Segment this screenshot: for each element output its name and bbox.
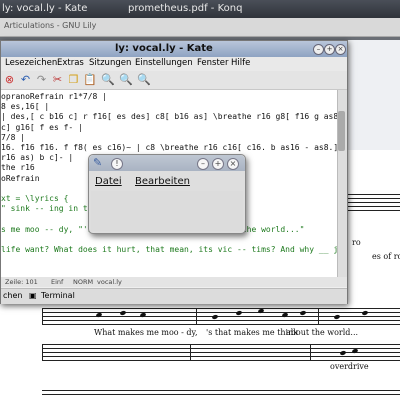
code-line: 16. f16 f16. f f8( es c16)~ | c8 \breath…	[1, 143, 337, 152]
dialog-maximize-button[interactable]: +	[212, 158, 224, 170]
undo-icon[interactable]: ↶	[19, 73, 32, 86]
code-line: " sink -- ing in th	[1, 204, 93, 214]
menu-sitzungen[interactable]: Sitzungen	[89, 58, 131, 68]
code-line: xt = \lyrics {	[1, 194, 69, 203]
lyric-line-2: 's that makes me think	[206, 328, 299, 337]
code-line: c] g16[ f es f- |	[1, 122, 83, 132]
dialog-minimize-button[interactable]: –	[197, 158, 209, 170]
code-line: r16 as) b c]- |	[1, 153, 74, 163]
taskbar: ly: vocal.ly - Kate prometheus.pdf - Kon…	[0, 0, 400, 18]
code-line: 7/8 |	[1, 132, 26, 142]
lyric-line-1: What makes me moo - dy,	[94, 328, 198, 337]
copy-icon[interactable]: ❐	[67, 73, 80, 86]
status-filename: vocal.ly	[97, 278, 122, 286]
statusbar: Zeile: 101 Einf NORM vocal.ly	[1, 277, 347, 287]
redo-icon[interactable]: ↷	[35, 73, 48, 86]
app-icon: ✎	[93, 156, 103, 169]
tab-search[interactable]: chen	[3, 291, 22, 300]
tool-view-bar: chen ▣ Terminal	[1, 288, 347, 304]
code-line: the r16	[1, 163, 35, 173]
floating-dialog: ✎ ! – + × Datei Bearbeiten	[88, 154, 246, 234]
score-annotation: overdrive	[330, 362, 369, 371]
dialog-titlebar[interactable]: ✎ ! – + ×	[89, 155, 245, 171]
dialog-menu-datei[interactable]: Datei	[95, 176, 122, 187]
code-line: | des,[ c b16 c] r f16[ es des] c8[ b16 …	[1, 112, 337, 122]
find-next-icon[interactable]: 🔍	[119, 73, 133, 86]
dialog-body	[91, 191, 243, 231]
code-line: 8 es,16[ |	[1, 102, 50, 112]
menu-extras[interactable]: Extras	[57, 58, 84, 68]
score-lyric-right: es of rock	[372, 252, 400, 261]
close-button[interactable]: ×	[335, 44, 346, 55]
menu-lesezeichen[interactable]: Lesezeichen	[5, 58, 57, 68]
cut-icon[interactable]: ✂	[51, 73, 64, 86]
kate-titlebar[interactable]: ly: vocal.ly - Kate – + ×	[1, 41, 347, 57]
menu-fenster[interactable]: Fenster	[197, 58, 229, 68]
taskbar-item-konqueror[interactable]: prometheus.pdf - Konq	[128, 3, 242, 14]
background-window-title: Articulations - GNU Lily	[4, 21, 97, 30]
find-icon[interactable]: 🔍	[101, 73, 115, 86]
close-document-icon[interactable]: ⊗	[3, 73, 16, 86]
status-mode: Einf	[51, 278, 64, 286]
dialog-menu-bearbeiten[interactable]: Bearbeiten	[135, 176, 190, 187]
terminal-icon: ▣	[29, 291, 37, 300]
code-line: opranoRefrain r1*7/8 |	[1, 92, 107, 101]
scrollbar-thumb[interactable]	[338, 111, 345, 151]
minimize-button[interactable]: –	[313, 44, 324, 55]
paste-icon[interactable]: 📋	[83, 73, 97, 86]
status-state: NORM	[73, 278, 94, 286]
code-line: life want? What does it hurt, that mean,…	[1, 245, 337, 254]
background-window-strip: Articulations - GNU Lily	[0, 18, 400, 37]
taskbar-item-kate[interactable]: ly: vocal.ly - Kate	[2, 3, 87, 14]
maximize-button[interactable]: +	[324, 44, 335, 55]
menubar: Lesezeichen Extras Sitzungen Einstellung…	[1, 57, 347, 71]
replace-icon[interactable]: 🔍	[137, 73, 151, 86]
toolbar: ⊗ ↶ ↷ ✂ ❐ 📋 🔍 🔍 🔍	[1, 71, 347, 90]
score-lyric-right-2: ro	[352, 238, 361, 247]
menu-hilfe[interactable]: Hilfe	[231, 58, 250, 68]
dialog-close-button[interactable]: ×	[227, 158, 239, 170]
menu-einstellungen[interactable]: Einstellungen	[135, 58, 193, 68]
status-position: Zeile: 101	[5, 278, 38, 286]
code-line: oRefrain	[1, 173, 40, 183]
lyric-line-3: about the world...	[286, 328, 359, 337]
dialog-menubar: Datei Bearbeiten	[89, 175, 245, 189]
kate-window-title: ly: vocal.ly - Kate	[115, 43, 213, 54]
tab-terminal[interactable]: Terminal	[41, 291, 75, 300]
dialog-menu-button[interactable]: !	[111, 158, 123, 170]
